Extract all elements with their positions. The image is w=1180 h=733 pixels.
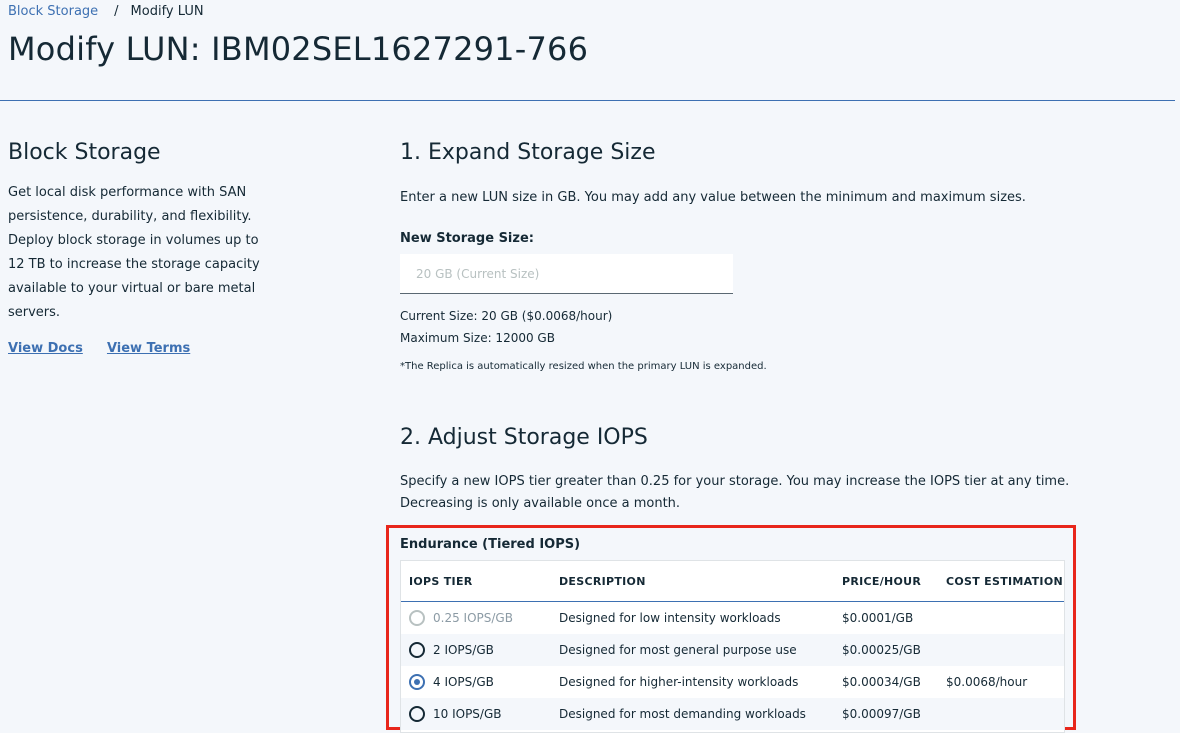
column-header-description: DESCRIPTION bbox=[551, 561, 834, 602]
adjust-iops-description-line1: Specify a new IOPS tier greater than 0.2… bbox=[400, 474, 1070, 489]
table-header-row: IOPS TIER DESCRIPTION PRICE/HOUR COST ES… bbox=[401, 561, 1064, 602]
expand-storage-heading: 1. Expand Storage Size bbox=[400, 140, 656, 165]
breadcrumb-separator: / bbox=[114, 4, 119, 19]
view-docs-link[interactable]: View Docs bbox=[8, 341, 83, 356]
price-cell: $0.00097/GB bbox=[834, 698, 938, 730]
iops-tier-label[interactable]: 10 IOPS/GB bbox=[433, 707, 502, 721]
sidebar-links: View Docs View Terms bbox=[8, 341, 278, 356]
iops-tier-table: IOPS TIER DESCRIPTION PRICE/HOUR COST ES… bbox=[400, 560, 1065, 733]
iops-tier-cell: 4 IOPS/GB bbox=[401, 666, 551, 698]
price-cell: $0.00034/GB bbox=[842, 675, 921, 689]
new-storage-size-label: New Storage Size: bbox=[400, 231, 534, 246]
page-title: Modify LUN: IBM02SEL1627291-766 bbox=[8, 30, 589, 68]
breadcrumb-block-storage-link[interactable]: Block Storage bbox=[8, 4, 98, 19]
iops-tier-cell: 10 IOPS/GB bbox=[401, 698, 551, 730]
adjust-iops-heading: 2. Adjust Storage IOPS bbox=[400, 425, 648, 450]
cost-cell: $0.0068/hour bbox=[946, 675, 1028, 689]
cost-cell bbox=[938, 602, 1064, 635]
page-header: Block Storage / Modify LUN Modify LUN: IBM… bbox=[0, 0, 1175, 101]
expand-storage-description: Enter a new LUN size in GB. You may add … bbox=[400, 190, 1026, 205]
iops-tier-label[interactable]: 2 IOPS/GB bbox=[433, 643, 494, 657]
table-row: 0.25 IOPS/GB Designed for low intensity … bbox=[401, 602, 1064, 635]
iops-tier-label[interactable]: 4 IOPS/GB bbox=[433, 675, 494, 689]
column-header-price: PRICE/HOUR bbox=[834, 561, 938, 602]
sidebar: Block Storage Get local disk performance… bbox=[8, 140, 278, 356]
cost-cell bbox=[938, 634, 1064, 666]
table-row[interactable]: 10 IOPS/GB Designed for most demanding w… bbox=[401, 698, 1064, 730]
column-header-cost-estimation: COST ESTIMATION bbox=[938, 561, 1064, 602]
breadcrumb-current: Modify LUN bbox=[130, 4, 204, 19]
sidebar-title: Block Storage bbox=[8, 140, 161, 165]
radio-button-selected[interactable] bbox=[409, 674, 425, 690]
view-terms-link[interactable]: View Terms bbox=[107, 341, 190, 356]
iops-tier-label: 0.25 IOPS/GB bbox=[433, 611, 513, 625]
description-cell: Designed for most general purpose use bbox=[551, 634, 834, 666]
sidebar-description: Get local disk performance with SAN pers… bbox=[8, 185, 260, 320]
breadcrumb: Block Storage / Modify LUN bbox=[8, 4, 204, 19]
maximum-size-text: Maximum Size: 12000 GB bbox=[400, 331, 555, 345]
adjust-iops-description-line2: Decreasing is only available once a mont… bbox=[400, 496, 681, 511]
description-cell: Designed for higher-intensity workloads bbox=[559, 675, 799, 689]
replica-note: *The Replica is automatically resized wh… bbox=[400, 361, 767, 372]
description-cell: Designed for low intensity workloads bbox=[559, 611, 781, 625]
radio-button[interactable] bbox=[409, 642, 425, 658]
radio-button[interactable] bbox=[409, 706, 425, 722]
column-header-iops-tier: IOPS TIER bbox=[401, 561, 551, 602]
price-cell: $0.00025/GB bbox=[834, 634, 938, 666]
cost-cell bbox=[938, 698, 1064, 730]
table-row[interactable]: 2 IOPS/GB Designed for most general purp… bbox=[401, 634, 1064, 666]
iops-tier-cell: 2 IOPS/GB bbox=[401, 634, 551, 666]
iops-tier-cell: 0.25 IOPS/GB bbox=[401, 602, 551, 635]
radio-button bbox=[409, 610, 425, 626]
current-size-text: Current Size: 20 GB ($0.0068/hour) bbox=[400, 309, 613, 323]
price-cell: $0.0001/GB bbox=[842, 611, 914, 625]
table-row[interactable]: 4 IOPS/GB Designed for higher-intensity … bbox=[401, 666, 1064, 698]
new-storage-size-input[interactable] bbox=[400, 254, 733, 294]
description-cell: Designed for most demanding workloads bbox=[551, 698, 834, 730]
